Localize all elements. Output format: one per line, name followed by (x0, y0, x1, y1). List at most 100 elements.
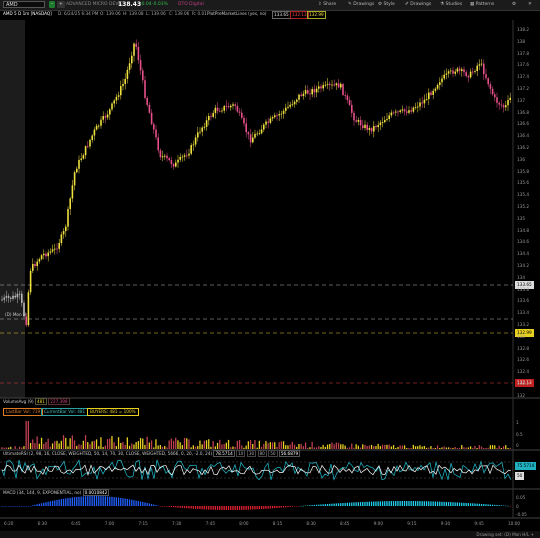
volume-bar (357, 445, 359, 449)
candle-body (159, 150, 162, 158)
macd-bar (93, 496, 95, 506)
volume-bar (95, 439, 98, 449)
macd-bar (384, 501, 386, 506)
macd-bar (166, 506, 168, 507)
candle-body (12, 295, 14, 299)
price-axis-tick: 137.8 (517, 50, 529, 56)
candle-body (5, 296, 8, 298)
volume-bar (428, 447, 430, 449)
volume-bar (403, 445, 406, 449)
volume-bar (366, 445, 368, 449)
candle-body (232, 104, 234, 106)
macd-bar (67, 498, 69, 506)
volume-bar (423, 445, 425, 449)
candle-body (318, 86, 320, 89)
candle-body (131, 55, 133, 64)
candle-body (238, 111, 241, 113)
candle-body (417, 106, 419, 108)
candle-body (381, 122, 384, 123)
volume-bar (280, 441, 282, 449)
volume-bar (93, 440, 95, 449)
candle-body (474, 71, 476, 72)
volume-bar (494, 445, 496, 449)
macd-bar (291, 506, 293, 507)
price-axis-tick: 133.4 (517, 310, 529, 316)
candle-body (430, 92, 432, 95)
volume-bar (487, 447, 489, 449)
macd-bar (456, 502, 458, 506)
time-axis-tick: 8:00 (239, 521, 249, 526)
volume-bar (98, 446, 100, 449)
macd-bar (373, 501, 375, 506)
candle-body (408, 110, 410, 113)
volume-bar (348, 447, 351, 449)
volume-bar (307, 447, 309, 449)
macd-bar (34, 504, 36, 506)
candle-body (480, 63, 483, 65)
volume-bar (315, 447, 318, 449)
vol-axis-1: 1 (516, 420, 519, 425)
chart-canvas[interactable] (0, 0, 540, 538)
volume-bar (425, 447, 428, 449)
volume-bar (51, 443, 54, 449)
price-axis-tick: 136 (517, 156, 525, 162)
macd-bar (58, 499, 60, 506)
macd-bar (188, 506, 190, 509)
volume-bar (450, 447, 452, 449)
candle-body (203, 126, 206, 128)
macd-bar (403, 501, 406, 506)
price-axis-tick: 137.6 (517, 62, 529, 68)
candle-body (102, 116, 104, 120)
volume-bar (390, 446, 392, 449)
macd-bar (40, 503, 43, 506)
volume-bar (368, 445, 370, 449)
volume-bar (311, 441, 313, 449)
macd-bar (122, 498, 124, 506)
time-axis-tick: 7:45 (205, 521, 215, 526)
macd-bar (89, 496, 91, 506)
candle-body (357, 120, 360, 122)
price-axis-tick: 132 (517, 392, 525, 398)
macd-axis-bottom: -0.05 (516, 512, 527, 517)
candle-body (56, 248, 58, 250)
macd-bar (252, 506, 254, 510)
macd-bar (210, 506, 212, 510)
volume-bar (351, 443, 353, 449)
macd-bar (148, 503, 150, 506)
volume-bar (109, 438, 111, 449)
macd-bar (478, 503, 480, 506)
vol-axis-0: 0 (516, 443, 519, 448)
candle-body (461, 69, 463, 71)
macd-bar (377, 501, 379, 506)
candle-body (432, 90, 434, 95)
volume-bar (47, 438, 49, 449)
price-axis-tick: 135.4 (517, 192, 529, 198)
candle-body (458, 68, 461, 71)
macd-bar (54, 500, 56, 506)
macd-axis-zero: 0 (516, 504, 519, 509)
candle-body (403, 109, 406, 112)
candle-body (276, 115, 278, 117)
candle-body (340, 83, 342, 88)
macd-bar (333, 503, 335, 506)
candle-body (364, 124, 366, 129)
macd-bar (12, 506, 14, 507)
volume-bar (502, 446, 505, 449)
candle-body (329, 83, 331, 86)
volume-bar (267, 443, 269, 449)
candle-body (445, 73, 448, 75)
macd-bar (168, 506, 170, 507)
candle-body (302, 93, 305, 96)
candle-body (384, 120, 386, 123)
macd-bar (359, 502, 362, 506)
macd-bar (56, 499, 58, 506)
candle-body (148, 104, 151, 113)
price-axis-tick: 132.4 (517, 369, 529, 375)
macd-bar (390, 501, 392, 506)
candle-body (197, 132, 199, 138)
price-axis-tick: 136.8 (517, 109, 529, 115)
drawing-set-label[interactable]: Drawing set: (D) Mon H/L + (476, 531, 534, 538)
macd-bar (214, 506, 216, 510)
volume-bar (168, 440, 170, 449)
volume-bar (113, 442, 115, 449)
